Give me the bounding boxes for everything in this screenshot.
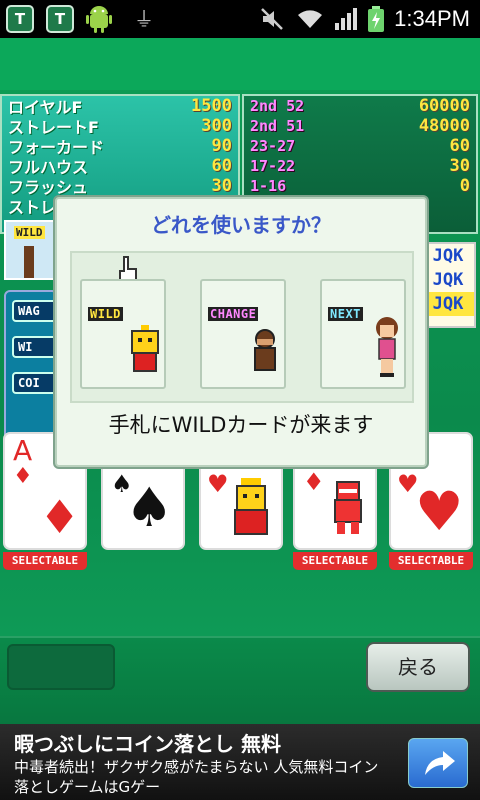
status-bar: T T ⏚ 1:34PM — [0, 0, 480, 38]
card-suit-small: ♦ — [13, 464, 33, 489]
card-suit-large: ♠ — [125, 476, 174, 539]
bonus-row: 2nd 51 48000 — [244, 116, 476, 136]
win-chip: WI — [12, 336, 60, 358]
jqk-indicator: JQK — [422, 292, 474, 316]
hand-payout: 1500 — [191, 96, 232, 116]
hand-payout: 30 — [211, 176, 232, 196]
card-suit-large: ♦ — [39, 490, 81, 544]
signal-icon — [335, 8, 358, 30]
king-character-icon — [234, 478, 268, 535]
paytable-row: フルハウス 60 — [2, 156, 238, 177]
hand-payout: 90 — [211, 136, 232, 156]
bonus-row: 2nd 52 60000 — [244, 96, 476, 116]
empty-button-slot — [7, 644, 115, 690]
coin-chip: COI — [12, 372, 60, 394]
option-change[interactable]: CHANGE — [200, 279, 286, 389]
dialog-message: 手札にWILDカードが来ます — [108, 413, 374, 437]
bonus-range: 17-22 — [250, 157, 296, 175]
bonus-value: 60 — [449, 136, 470, 156]
monkey-character-icon — [254, 329, 276, 371]
bonus-range: 23-27 — [250, 137, 296, 155]
selectable-tag: SELECTABLE — [293, 552, 377, 570]
wild-character-icon — [131, 325, 159, 372]
bonus-row: 1-16 0 — [244, 176, 476, 196]
card-suit-small: ♦ — [303, 468, 325, 496]
option-label: WILD — [88, 307, 123, 321]
palm-tree-icon — [24, 246, 34, 278]
bonus-value: 30 — [449, 156, 470, 176]
hand-payout: 300 — [201, 116, 232, 136]
shield-t-icon: T — [46, 5, 74, 33]
shield-t-icon: T — [6, 5, 34, 33]
ad-text: 落としゲームはGゲー — [14, 778, 161, 796]
ninja-character-icon — [334, 481, 362, 534]
hand-name: ストレ — [8, 198, 57, 217]
mute-icon — [261, 8, 284, 30]
battery-charging-icon — [368, 6, 385, 32]
card-rank: A — [13, 434, 33, 467]
card-choice-dialog: どれを使いますか？ WILD CHANGE NEXT 手札にWILDカードが来ま… — [55, 197, 427, 467]
wifi-icon — [298, 10, 323, 28]
usb-icon: ⏚ — [134, 7, 154, 31]
bottom-bar: 戻る — [0, 636, 480, 724]
top-strip — [0, 38, 480, 90]
bonus-range: 1-16 — [250, 177, 287, 195]
paytable-row: ロイヤルF 1500 — [2, 96, 238, 117]
option-label: CHANGE — [208, 307, 259, 321]
ad-title: 暇つぶしにコイン落とし 無料 — [14, 732, 281, 756]
wild-tag: WILD — [14, 226, 45, 239]
ad-banner[interactable]: 暇つぶしにコイン落とし 無料 中毒者続出！ザクザク感がたまらない 人気無料コイン… — [0, 724, 480, 800]
option-wild[interactable]: WILD — [80, 279, 166, 389]
wager-chip: WAG — [12, 300, 60, 322]
android-icon — [86, 6, 112, 33]
clock: 1:34PM — [394, 6, 470, 31]
dialog-options: WILD CHANGE NEXT — [70, 251, 414, 403]
bonus-row: 17-22 30 — [244, 156, 476, 176]
bonus-range: 2nd 52 — [250, 97, 305, 115]
card-suit-small: ♥ — [207, 470, 229, 498]
girl-character-icon — [376, 317, 398, 377]
bonus-value: 0 — [459, 176, 470, 196]
wild-thumbnail: WILD — [4, 220, 58, 280]
hand-payout: 60 — [211, 156, 232, 176]
option-next[interactable]: NEXT — [320, 279, 406, 389]
bonus-range: 2nd 51 — [250, 117, 305, 135]
dialog-title: どれを使いますか？ — [151, 213, 331, 237]
jqk-indicator: JQK — [432, 270, 464, 290]
bonus-row: 23-27 60 — [244, 136, 476, 156]
paytable-row: フォーカード 90 — [2, 136, 238, 157]
bonus-value: 60000 — [418, 96, 470, 116]
jqk-indicator: JQK — [432, 246, 464, 266]
paytable-row: フラッシュ 30 — [2, 176, 238, 197]
selectable-tag: SELECTABLE — [389, 552, 473, 570]
option-label: NEXT — [328, 307, 363, 321]
ad-text: 中毒者続出！ザクザク感がたまらない 人気無料コイン — [14, 758, 379, 776]
card-suit-large: ♥ — [415, 480, 464, 543]
selectable-tag: SELECTABLE — [3, 552, 87, 570]
jqk-panel: JQK JQK JQK — [420, 242, 476, 328]
ad-open-button[interactable] — [408, 738, 468, 788]
share-arrow-icon — [425, 751, 455, 775]
bonus-value: 48000 — [418, 116, 470, 136]
paytable-row: ストレートF 300 — [2, 116, 238, 137]
back-button[interactable]: 戻る — [366, 642, 470, 692]
